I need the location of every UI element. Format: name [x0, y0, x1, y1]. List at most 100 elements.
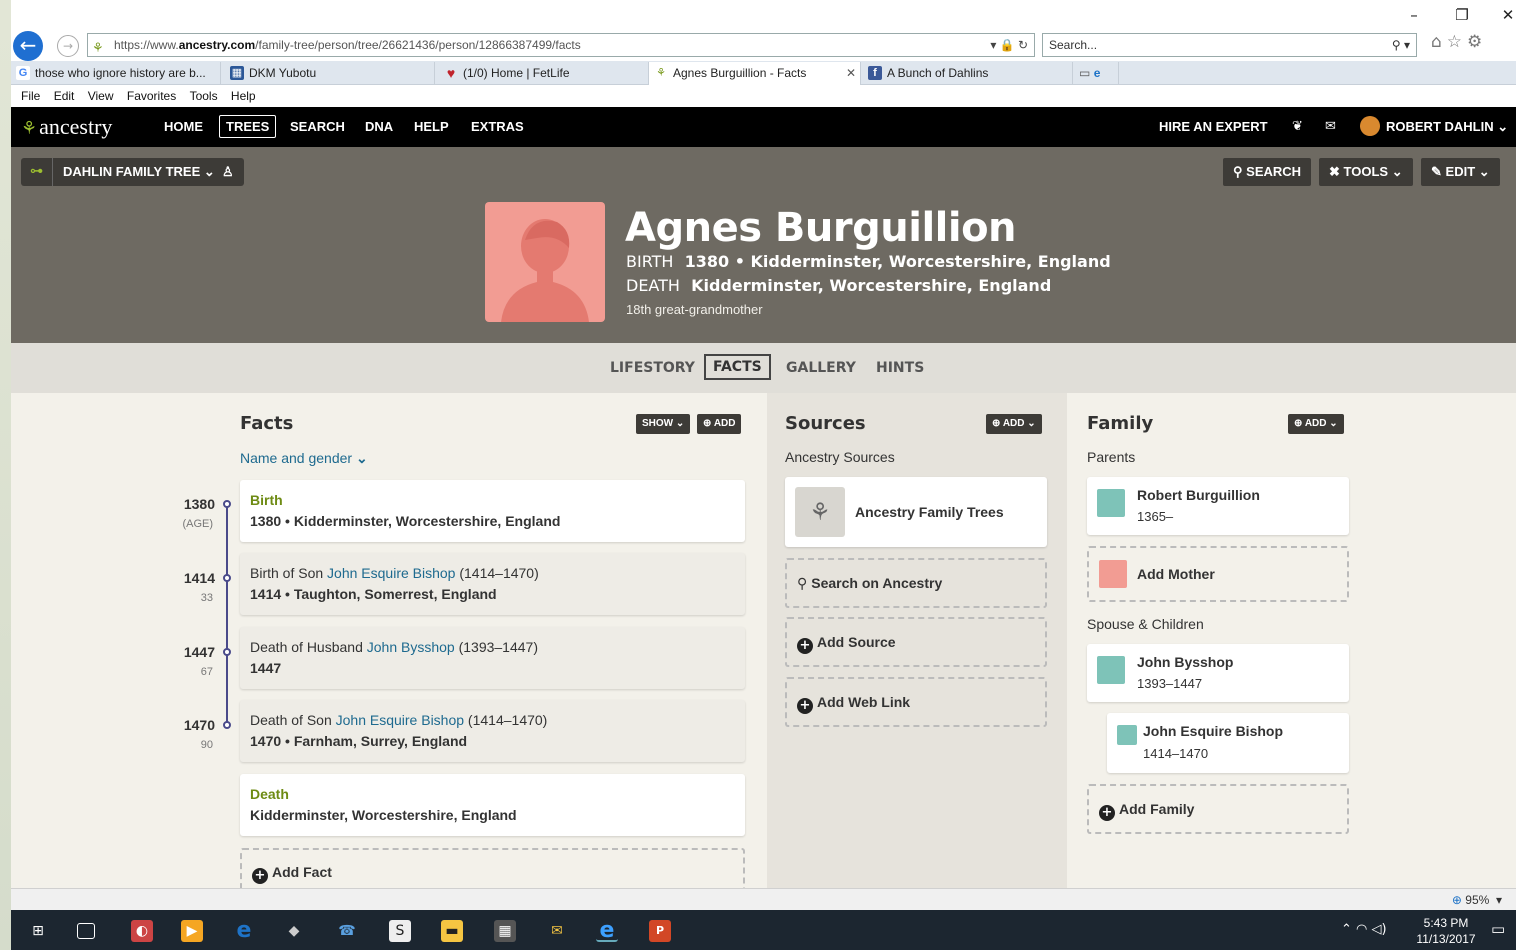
tab-facebook[interactable]: f A Bunch of Dahlins — [863, 62, 1073, 85]
tree-selector[interactable]: ⊶ DAHLIN FAMILY TREE ⌄ ♙ — [21, 158, 244, 186]
family-title: Family — [1087, 413, 1154, 434]
edge-icon[interactable]: e — [233, 920, 255, 942]
person-name: Agnes Burguillion — [625, 205, 1017, 251]
fact-person-link[interactable]: John Esquire Bishop — [327, 565, 455, 581]
system-tray-icons[interactable]: ⌃ ◠ ◁) — [1341, 922, 1387, 937]
tree-search-button[interactable]: ⚲ SEARCH — [1223, 158, 1312, 186]
lock-refresh-icon[interactable]: ▾ 🔒 ↻ — [990, 34, 1028, 56]
clock-time: 5:43 PM — [1423, 916, 1469, 930]
fact-birth[interactable]: Birth 1380 • Kidderminster, Worcestershi… — [240, 480, 745, 542]
fact-death-of-husband[interactable]: Death of Husband John Bysshop (1393–1447… — [240, 627, 745, 689]
facts-add-button[interactable]: ⊕ ADD — [697, 414, 742, 434]
minimize-icon[interactable]: – — [1399, 6, 1429, 24]
family-add-button[interactable]: ⊕ ADD ⌄ — [1288, 414, 1344, 434]
ancestry-family-trees-source[interactable]: ⚘ Ancestry Family Trees — [785, 477, 1047, 547]
fact-detail: Kidderminster, Worcestershire, England — [250, 807, 517, 823]
mail-icon[interactable]: ✉ — [1325, 119, 1336, 134]
search-icon[interactable]: ⚲ ▾ — [1392, 34, 1410, 56]
spouse-card[interactable]: John Bysshop 1393–1447 — [1087, 644, 1349, 702]
nav-trees[interactable]: TREES — [219, 115, 277, 138]
powerpoint-icon[interactable]: P — [649, 920, 671, 942]
add-family-button[interactable]: + Add Family — [1087, 784, 1349, 834]
person-avatar[interactable] — [485, 202, 605, 322]
facts-show-button[interactable]: SHOW ⌄ — [636, 414, 691, 434]
show-label: SHOW — [642, 418, 674, 429]
add-mother-button[interactable]: Add Mother — [1087, 546, 1349, 602]
menu-view[interactable]: View — [88, 89, 114, 103]
timeline-dot — [223, 721, 231, 729]
hire-expert-link[interactable]: HIRE AN EXPERT — [1159, 119, 1268, 134]
nav-dna[interactable]: DNA — [365, 119, 393, 134]
leaf-hints-icon[interactable]: ❦ — [1292, 119, 1303, 134]
fact-person-link[interactable]: John Esquire Bishop — [336, 712, 464, 728]
tab-hints[interactable]: HINTS — [876, 360, 924, 376]
ancestry-logo[interactable]: ⚘ancestry — [21, 114, 112, 140]
sticky-icon[interactable]: S — [389, 920, 411, 942]
tab-agnes-facts[interactable]: ⚘ Agnes Burguillion - Facts ✕ — [649, 62, 861, 85]
tab-facts[interactable]: FACTS — [704, 354, 771, 380]
add-web-link-button[interactable]: + Add Web Link — [785, 677, 1047, 727]
add-source-button[interactable]: + Add Source — [785, 617, 1047, 667]
death-line: DEATH Kidderminster, Worcestershire, Eng… — [626, 276, 1051, 295]
internet-explorer-icon[interactable]: e — [596, 920, 618, 942]
paint-icon[interactable]: ◐ — [131, 920, 153, 942]
tab-dkm[interactable]: ▦ DKM Yubotu — [225, 62, 435, 85]
address-bar[interactable]: ⚘ https://www.ancestry.com/family-tree/p… — [87, 33, 1035, 57]
name-gender-link[interactable]: Name and gender ⌄ — [240, 450, 368, 467]
tab-google[interactable]: Gthose who ignore history are b... — [11, 62, 221, 85]
father-card[interactable]: Robert Burguillion 1365– — [1087, 477, 1349, 535]
back-arrow-icon[interactable]: ← — [13, 31, 43, 61]
restore-icon[interactable]: ❐ — [1447, 6, 1477, 24]
nav-help[interactable]: HELP — [414, 119, 449, 134]
notifications-icon[interactable]: ▭ — [1491, 920, 1505, 938]
app-icon[interactable]: ◆ — [283, 920, 305, 942]
forward-arrow-icon[interactable]: → — [57, 35, 79, 57]
female-avatar-icon — [1099, 560, 1127, 588]
browser-search-input[interactable]: Search... ⚲ ▾ — [1042, 33, 1417, 57]
search-icon: ⚲ — [797, 576, 808, 592]
new-tab-button[interactable]: ▭ e — [1073, 62, 1119, 85]
menu-file[interactable]: File — [21, 89, 40, 103]
search-on-ancestry-button[interactable]: ⚲ Search on Ancestry — [785, 558, 1047, 608]
ancestry-sources-label: Ancestry Sources — [785, 449, 895, 465]
browser-toolbar-icons[interactable]: ⌂☆⚙ — [1431, 32, 1487, 52]
fact-prefix: Death of Son — [250, 712, 336, 728]
fact-birth-of-son[interactable]: Birth of Son John Esquire Bishop (1414–1… — [240, 553, 745, 615]
tab-gallery[interactable]: GALLERY — [786, 360, 856, 376]
folder-icon[interactable]: ▬ — [441, 920, 463, 942]
fact-person-link[interactable]: John Bysshop — [367, 639, 455, 655]
close-tab-icon[interactable]: ✕ — [846, 62, 856, 84]
phone-icon[interactable]: ☎ — [336, 920, 358, 942]
user-avatar[interactable] — [1360, 116, 1380, 136]
menu-help[interactable]: Help — [231, 89, 256, 103]
user-menu[interactable]: ROBERT DAHLIN ⌄ — [1386, 119, 1508, 135]
calculator-icon[interactable]: ▦ — [494, 920, 516, 942]
start-icon[interactable]: ⊞ — [27, 920, 49, 942]
menu-edit[interactable]: Edit — [54, 89, 75, 103]
zoom-control[interactable]: ⊕ 95% ▾ — [1452, 893, 1502, 907]
fact-prefix: Birth of Son — [250, 565, 328, 581]
nav-search[interactable]: SEARCH — [290, 119, 345, 134]
nav-extras[interactable]: EXTRAS — [471, 119, 524, 134]
plus-icon: + — [1099, 805, 1115, 821]
tab-fetlife[interactable]: ♥ (1/0) Home | FetLife — [439, 62, 649, 85]
child-card[interactable]: John Esquire Bishop 1414–1470 — [1107, 713, 1349, 773]
tools-button[interactable]: ✖ TOOLS ⌄ — [1319, 158, 1413, 186]
edit-button[interactable]: ✎ EDIT ⌄ — [1421, 158, 1500, 186]
task-view-icon[interactable] — [77, 923, 95, 939]
share-person-icon[interactable]: ♙ — [222, 164, 234, 179]
sources-add-button[interactable]: ⊕ ADD ⌄ — [986, 414, 1042, 434]
tab-lifestory[interactable]: LIFESTORY — [610, 360, 695, 376]
clock[interactable]: 5:43 PM 11/13/2017 — [1413, 915, 1479, 947]
close-icon[interactable]: ✕ — [1493, 6, 1516, 24]
menu-tools[interactable]: Tools — [190, 89, 218, 103]
media-icon[interactable]: ▶ — [181, 920, 203, 942]
taskbar: ⊞ ◐ ▶ e ◆ ☎ S ▬ ▦ ✉ e P ⌃ ◠ ◁) 5:43 PM 11… — [11, 910, 1516, 950]
menu-favorites[interactable]: Favorites — [127, 89, 176, 103]
fact-death-of-son[interactable]: Death of Son John Esquire Bishop (1414–1… — [240, 700, 745, 762]
mail-app-icon[interactable]: ✉ — [546, 920, 568, 942]
nav-home[interactable]: HOME — [164, 119, 203, 134]
add-label: ADD — [1304, 418, 1327, 429]
search-placeholder: Search... — [1049, 38, 1098, 52]
fact-death[interactable]: Death Kidderminster, Worcestershire, Eng… — [240, 774, 745, 836]
